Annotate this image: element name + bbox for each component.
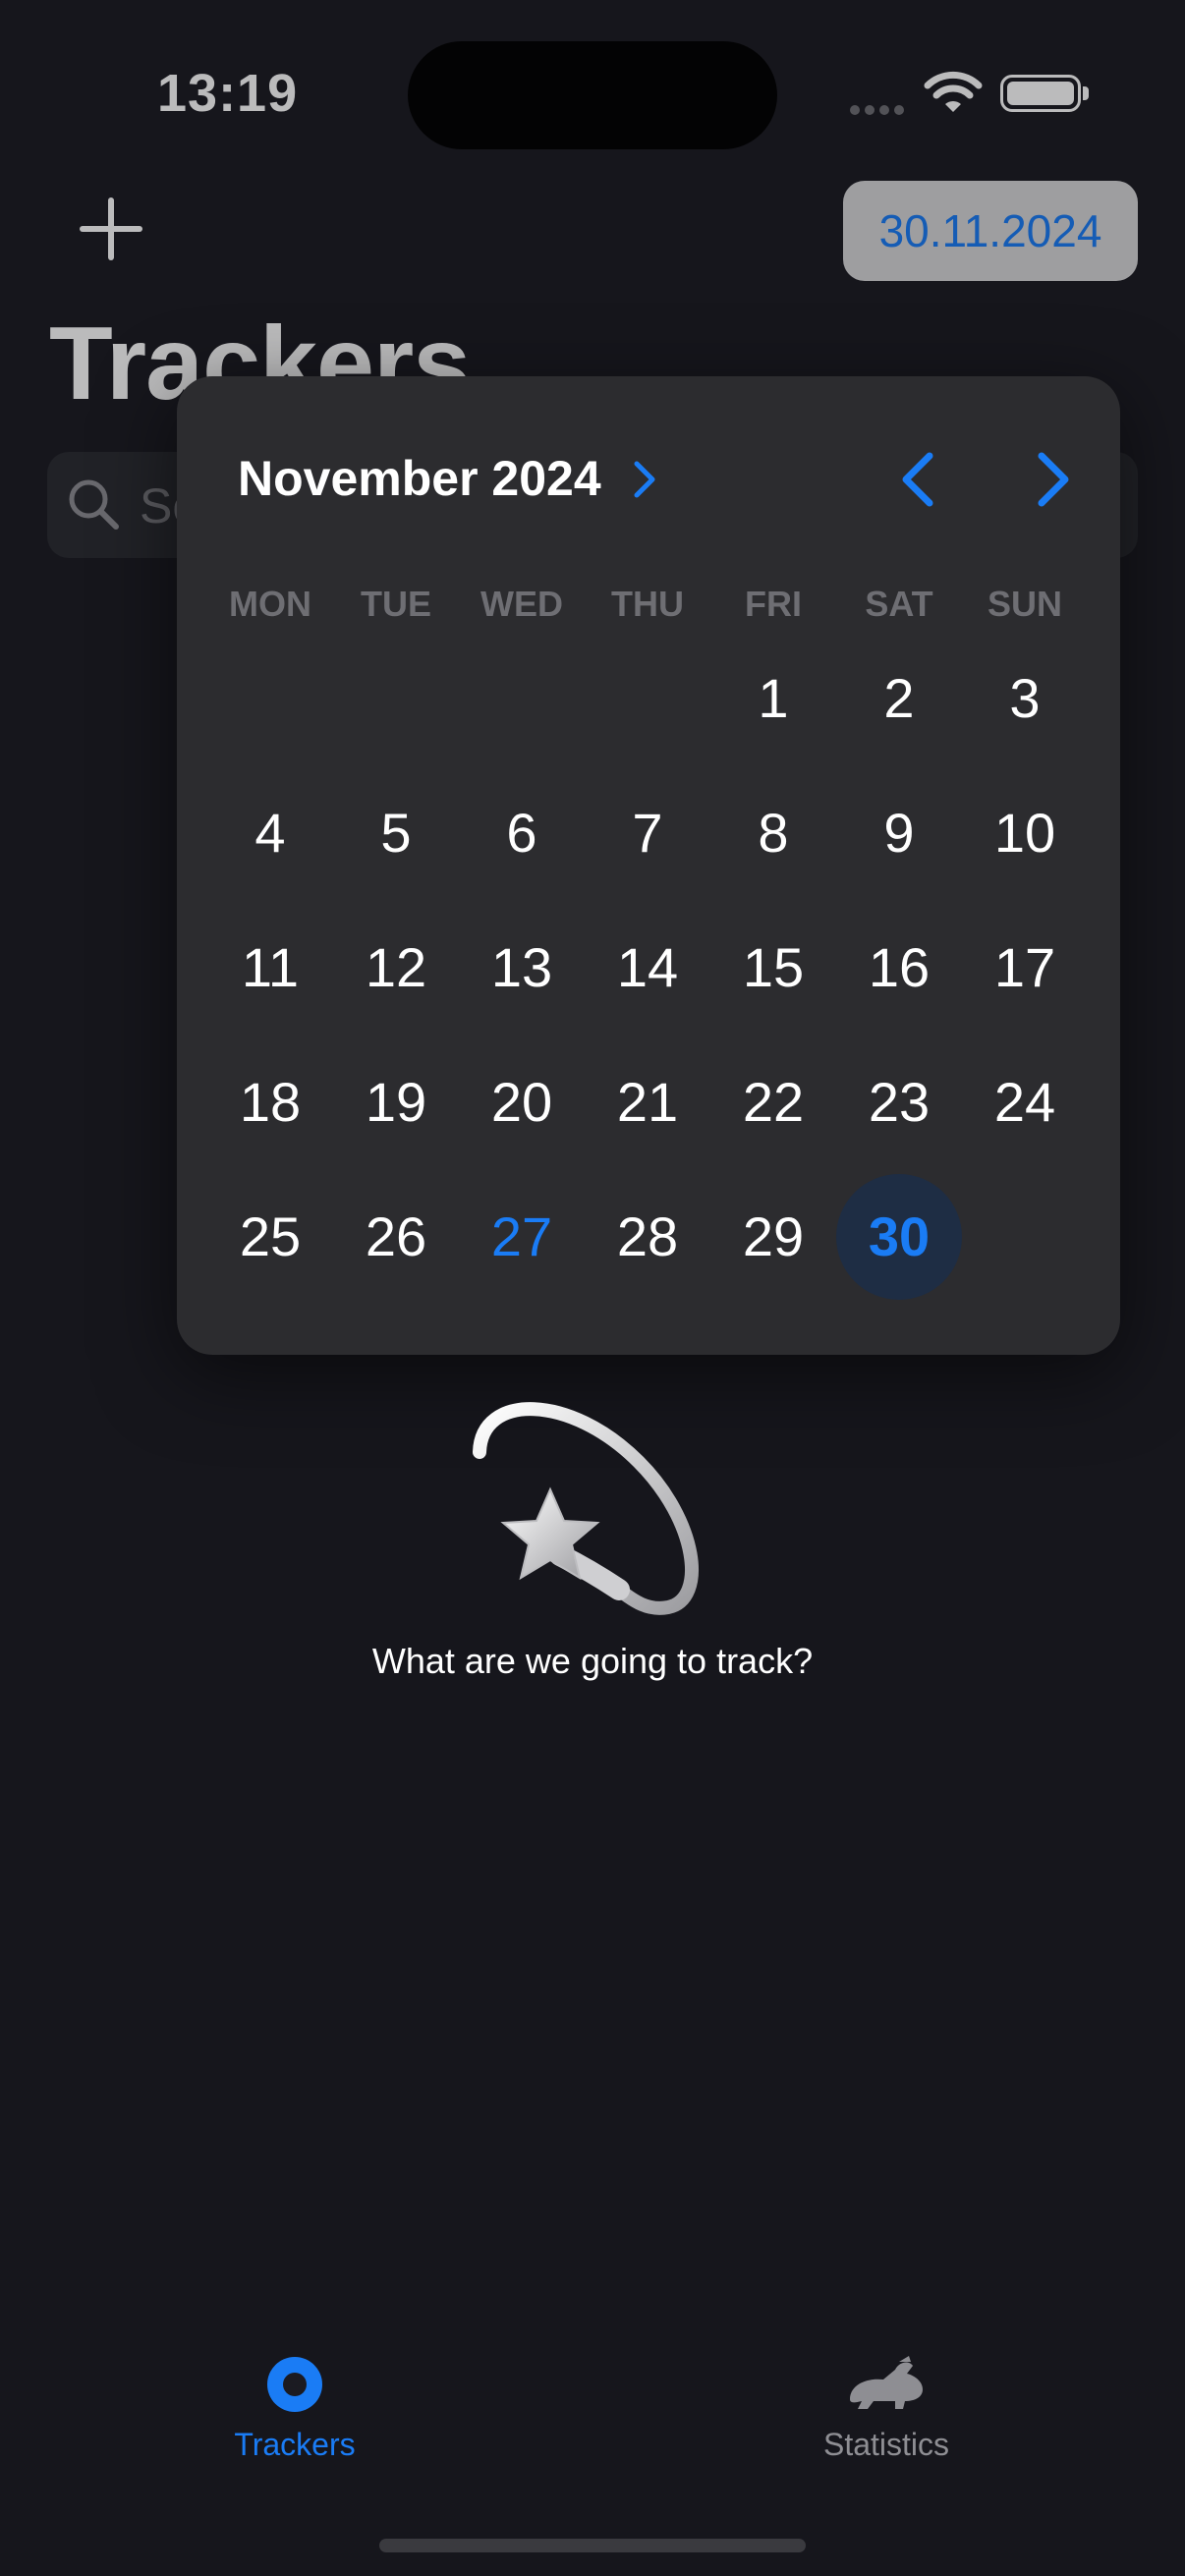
calendar-day[interactable]: 1 <box>710 636 836 761</box>
weekday-label: TUE <box>361 584 431 624</box>
calendar-day[interactable]: 21 <box>585 1039 710 1165</box>
calendar-day-selected[interactable]: 30 <box>836 1174 962 1300</box>
calendar-day[interactable]: 19 <box>333 1039 459 1165</box>
calendar-day[interactable]: 16 <box>836 905 962 1031</box>
calendar-day[interactable]: 13 <box>459 905 585 1031</box>
calendar-day[interactable]: 23 <box>836 1039 962 1165</box>
home-indicator <box>379 2539 806 2552</box>
calendar-day[interactable]: 3 <box>962 636 1088 761</box>
hare-icon <box>850 2356 923 2409</box>
calendar-day[interactable]: 27 <box>459 1174 585 1300</box>
calendar-day[interactable]: 22 <box>710 1039 836 1165</box>
calendar-day[interactable]: 12 <box>333 905 459 1031</box>
calendar-day[interactable]: 18 <box>207 1039 333 1165</box>
record-circle-icon <box>267 2357 322 2412</box>
tab-trackers-label: Trackers <box>234 2427 356 2462</box>
weekday-label: WED <box>480 584 563 624</box>
calendar-day[interactable]: 24 <box>962 1039 1088 1165</box>
calendar-day[interactable]: 14 <box>585 905 710 1031</box>
weekday-label: SAT <box>865 584 933 624</box>
empty-state-message: What are we going to track? <box>371 1641 814 1681</box>
previous-month-button[interactable] <box>890 448 949 511</box>
calendar-day[interactable]: 26 <box>333 1174 459 1300</box>
calendar-day[interactable]: 29 <box>710 1174 836 1300</box>
next-month-button[interactable] <box>1022 448 1081 511</box>
calendar-day[interactable]: 17 <box>962 905 1088 1031</box>
tab-statistics[interactable]: Statistics <box>739 2356 1034 2463</box>
calendar-day[interactable]: 10 <box>962 770 1088 896</box>
calendar-day[interactable]: 6 <box>459 770 585 896</box>
tab-trackers[interactable]: Trackers <box>147 2356 442 2463</box>
month-year-label[interactable]: November 2024 <box>238 450 601 507</box>
weekday-label: FRI <box>745 584 802 624</box>
chevron-right-icon[interactable] <box>629 458 658 501</box>
calendar-day[interactable]: 2 <box>836 636 962 761</box>
weekday-label: SUN <box>987 584 1062 624</box>
calendar-day[interactable]: 20 <box>459 1039 585 1165</box>
calendar-day[interactable]: 15 <box>710 905 836 1031</box>
calendar-day[interactable]: 25 <box>207 1174 333 1300</box>
calendar-day[interactable]: 11 <box>207 905 333 1031</box>
calendar-day[interactable]: 9 <box>836 770 962 896</box>
shooting-star-icon <box>473 1402 699 1615</box>
weekday-label: MON <box>229 584 311 624</box>
calendar-day[interactable]: 28 <box>585 1174 710 1300</box>
tab-statistics-label: Statistics <box>822 2427 950 2462</box>
weekday-label: THU <box>611 584 684 624</box>
calendar-day[interactable]: 5 <box>333 770 459 896</box>
calendar-day[interactable]: 8 <box>710 770 836 896</box>
calendar-day[interactable]: 7 <box>585 770 710 896</box>
calendar-day[interactable]: 4 <box>207 770 333 896</box>
